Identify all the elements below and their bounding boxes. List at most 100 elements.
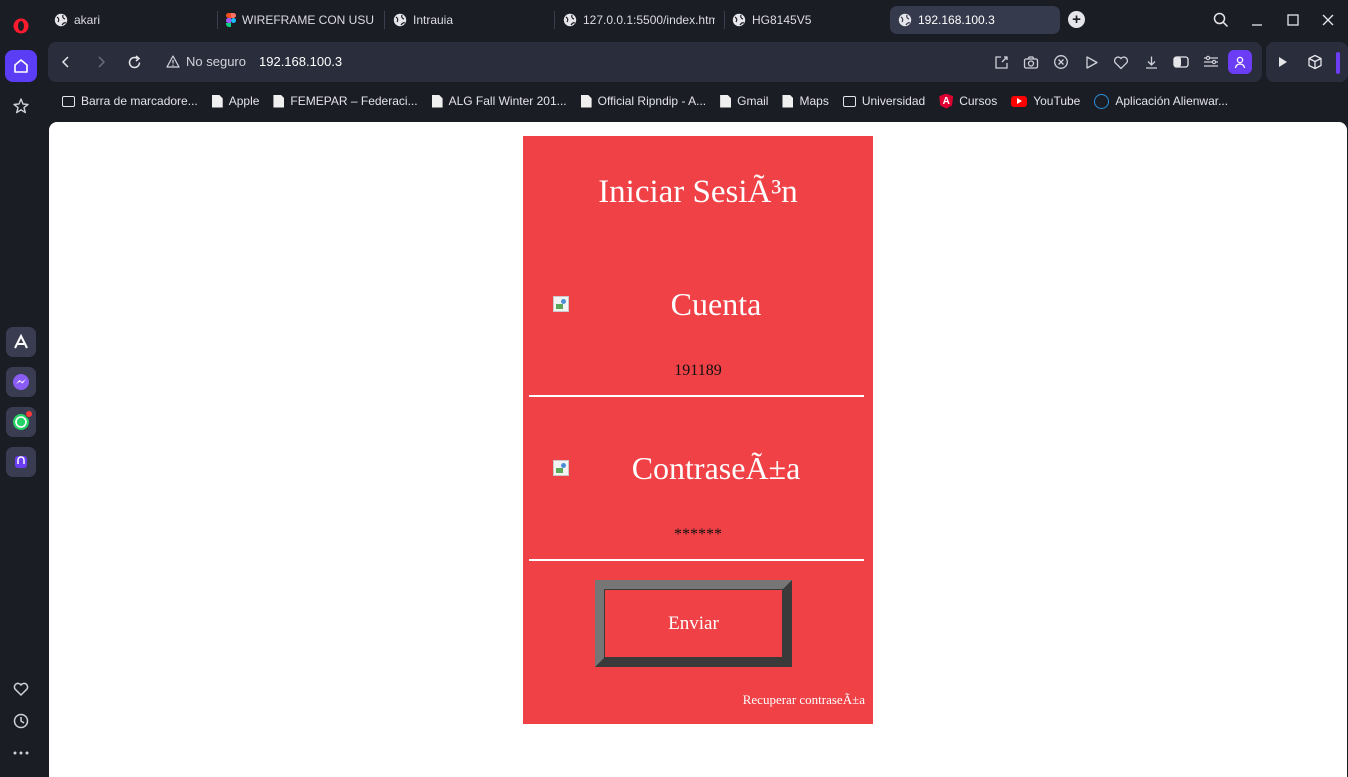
folder-icon <box>62 95 75 107</box>
bookmark-item[interactable]: Gmail <box>720 94 768 108</box>
globe-icon <box>54 13 68 27</box>
document-icon <box>720 94 732 108</box>
tab[interactable]: HG8145V5 <box>724 6 884 34</box>
document-icon <box>580 94 592 108</box>
warning-icon <box>166 55 180 68</box>
browser-sidebar <box>0 0 42 777</box>
account-label-row: Cuenta <box>553 284 843 324</box>
bookmark-label: Aplicación Alienwar... <box>1115 94 1229 108</box>
whatsapp-icon[interactable] <box>6 407 36 437</box>
folder-icon <box>842 95 856 107</box>
home-icon[interactable] <box>5 50 37 82</box>
bookmark-label: Official Ripndip - A... <box>597 94 707 108</box>
player-icon[interactable] <box>1082 53 1100 71</box>
new-tab-button[interactable]: + <box>1068 11 1085 28</box>
opera-logo-icon[interactable] <box>5 10 37 42</box>
security-label: No seguro <box>186 54 246 69</box>
star-icon[interactable] <box>5 90 37 122</box>
minimize-icon[interactable] <box>1246 10 1268 30</box>
bookmark-label: Maps <box>799 94 829 108</box>
bookmark-item[interactable]: A Cursos <box>939 93 998 109</box>
history-icon[interactable] <box>5 705 37 737</box>
profile-avatar-icon[interactable] <box>1228 50 1252 74</box>
accent-bar <box>1336 52 1340 74</box>
bookmarks-bar: Barra de marcadore... Apple FEMEPAR – Fe… <box>48 85 1348 117</box>
ad-block-icon[interactable] <box>1052 53 1070 71</box>
tab[interactable]: WIREFRAME CON USUARI <box>218 6 382 34</box>
security-indicator[interactable]: No seguro <box>166 54 246 69</box>
password-input[interactable]: ****** <box>523 526 873 544</box>
share-icon[interactable] <box>992 53 1010 71</box>
bookmark-label: ALG Fall Winter 201... <box>448 94 567 108</box>
login-card: Iniciar SesiÃ³n Cuenta 191189 ContraseÃ±… <box>523 136 873 724</box>
figma-icon <box>226 13 236 27</box>
tab[interactable]: Intrauia <box>385 6 553 34</box>
search-tabs-icon[interactable] <box>1210 10 1232 30</box>
reload-icon[interactable] <box>124 52 144 72</box>
theme-toggle-icon[interactable] <box>1172 53 1190 71</box>
document-icon <box>431 94 443 108</box>
messenger-icon[interactable] <box>6 367 36 397</box>
aria-icon[interactable] <box>6 327 36 357</box>
tab-label: 127.0.0.1:5500/index.html <box>583 13 715 27</box>
camera-icon[interactable] <box>1022 53 1040 71</box>
submit-label: Enviar <box>604 589 783 658</box>
cube-extension-icon[interactable] <box>1306 53 1324 71</box>
dell-icon <box>1094 93 1110 109</box>
back-icon[interactable] <box>56 52 76 72</box>
tab[interactable]: 127.0.0.1:5500/index.html <box>555 6 723 34</box>
password-label: ContraseÃ±a <box>631 449 801 486</box>
bookmark-item[interactable]: FEMEPAR – Federaci... <box>273 94 418 108</box>
recover-password-link[interactable]: Recuperar contraseÃ±a <box>743 692 865 708</box>
password-underline <box>529 559 864 561</box>
download-icon[interactable] <box>1142 53 1160 71</box>
more-icon[interactable] <box>5 737 37 769</box>
tab-active[interactable]: 192.168.100.3 <box>890 6 1060 34</box>
submit-button[interactable]: Enviar <box>595 580 792 667</box>
page-title: Iniciar SesiÃ³n <box>598 174 798 210</box>
bookmark-label: Gmail <box>737 94 769 108</box>
close-icon[interactable] <box>1317 10 1339 30</box>
bookmark-item[interactable]: Universidad <box>842 94 926 108</box>
bookmark-item[interactable]: ALG Fall Winter 201... <box>431 94 567 108</box>
bookmark-label: Cursos <box>959 94 998 108</box>
bookmark-item[interactable]: Barra de marcadore... <box>62 94 198 108</box>
notification-dot <box>25 410 33 418</box>
document-icon <box>211 94 223 108</box>
document-icon <box>782 94 794 108</box>
tab-label: HG8145V5 <box>752 13 812 27</box>
web-page: Iniciar SesiÃ³n Cuenta 191189 ContraseÃ±… <box>49 122 1347 777</box>
maximize-icon[interactable] <box>1282 10 1304 30</box>
bookmark-item[interactable]: Official Ripndip - A... <box>580 94 707 108</box>
account-input[interactable]: 191189 <box>523 362 873 380</box>
extensions-bar <box>1266 42 1348 82</box>
tab-strip: akari WIREFRAME CON USUARI Intrauia 127.… <box>42 0 1348 40</box>
account-underline <box>529 395 864 397</box>
easy-setup-icon[interactable] <box>1202 53 1220 71</box>
url-field[interactable]: 192.168.100.3 <box>259 54 342 69</box>
bookmark-item[interactable]: YouTube <box>1011 94 1080 108</box>
bookmark-label: Universidad <box>861 94 926 108</box>
broken-image-icon <box>553 460 569 476</box>
bookmark-label: Apple <box>228 94 260 108</box>
forward-icon[interactable] <box>91 52 111 72</box>
globe-icon <box>898 13 912 27</box>
bookmark-item[interactable]: Apple <box>211 94 260 108</box>
bookmark-label: Barra de marcadore... <box>81 94 198 108</box>
heart-icon[interactable] <box>1112 53 1130 71</box>
tab-label: akari <box>74 13 101 27</box>
account-label: Cuenta <box>670 285 762 322</box>
bookmark-item[interactable]: Aplicación Alienwar... <box>1094 93 1229 109</box>
document-icon <box>273 94 285 108</box>
bookmark-label: YouTube <box>1033 94 1081 108</box>
heart-icon[interactable] <box>5 673 37 705</box>
globe-icon <box>732 13 746 27</box>
globe-icon <box>563 13 577 27</box>
address-toolbar: No seguro 192.168.100.3 <box>48 42 1262 82</box>
globe-icon <box>393 13 407 27</box>
bookmark-item[interactable]: Maps <box>782 94 829 108</box>
cursor-extension-icon[interactable] <box>1274 53 1292 71</box>
broken-image-icon <box>553 296 569 312</box>
tab[interactable]: akari <box>46 6 214 34</box>
music-player-icon[interactable] <box>6 447 36 477</box>
